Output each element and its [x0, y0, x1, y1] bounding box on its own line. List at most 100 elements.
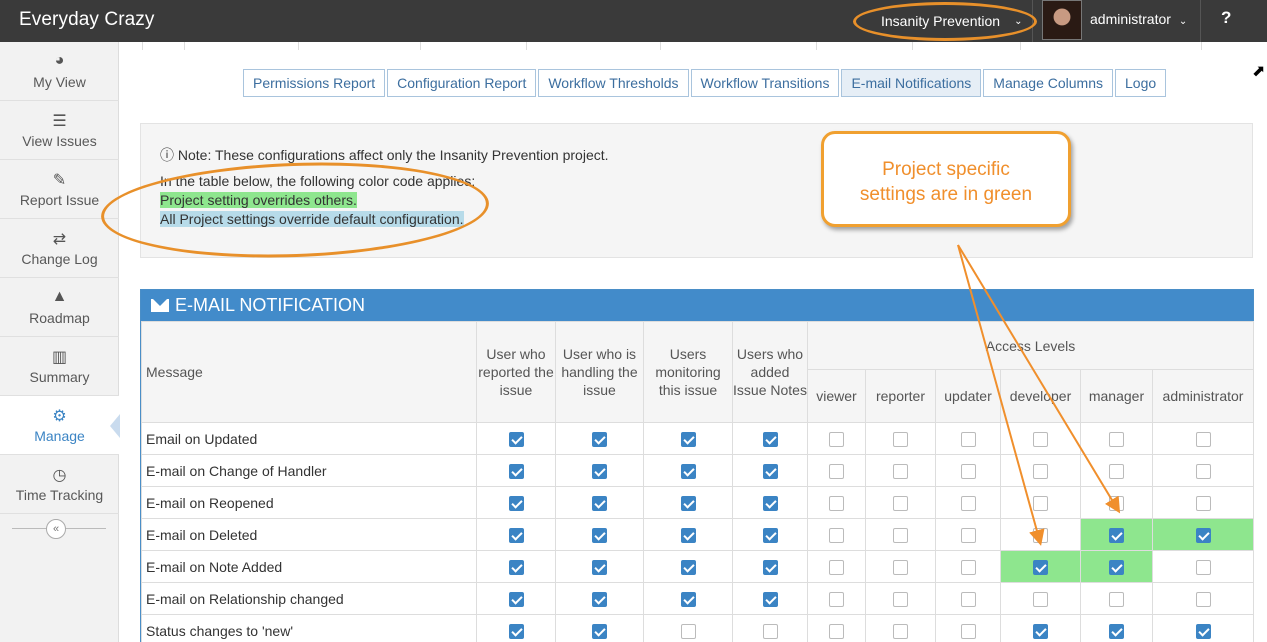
checkbox-checked[interactable]: [508, 431, 524, 447]
callout-line: settings are in green: [859, 184, 1033, 205]
sidebar-item-summary[interactable]: ▥ Summary: [0, 337, 119, 396]
checkbox-unchecked[interactable]: [1033, 527, 1048, 543]
checkbox-checked[interactable]: [508, 591, 524, 607]
checkbox-unchecked[interactable]: [893, 463, 908, 479]
checkbox-unchecked[interactable]: [893, 591, 908, 607]
checkbox-unchecked[interactable]: [1033, 591, 1048, 607]
checkbox-unchecked[interactable]: [1195, 463, 1211, 479]
tab-permissions-report[interactable]: Permissions Report: [243, 69, 386, 97]
checkbox-checked[interactable]: [762, 495, 778, 511]
checkbox-unchecked[interactable]: [829, 431, 844, 447]
checkbox-checked[interactable]: [592, 431, 607, 447]
checkbox-checked[interactable]: [592, 463, 607, 479]
sidebar: ◕ My View ☰ View Issues ✎ Report Issue ⇄ Change…: [0, 42, 120, 642]
col-header-level-administrator: administrator: [1151, 369, 1255, 423]
checkbox-checked[interactable]: [680, 463, 696, 479]
checkbox-checked[interactable]: [1109, 559, 1124, 575]
checkbox-checked[interactable]: [1109, 527, 1124, 543]
tab-workflow-transitions[interactable]: Workflow Transitions: [690, 69, 840, 97]
app-title[interactable]: Everyday Crazy: [19, 9, 155, 31]
tab-configuration-report[interactable]: Configuration Report: [387, 69, 537, 97]
avatar[interactable]: [1042, 0, 1082, 40]
checkbox-unchecked[interactable]: [829, 623, 844, 639]
checkbox-checked[interactable]: [1195, 623, 1211, 639]
checkbox-unchecked[interactable]: [1109, 591, 1124, 607]
checkbox-checked[interactable]: [508, 495, 524, 511]
checkbox-cell: [555, 486, 644, 519]
checkbox-unchecked[interactable]: [893, 431, 908, 447]
sidebar-item-view-issues[interactable]: ☰ View Issues: [0, 101, 119, 160]
checkbox-unchecked[interactable]: [1033, 495, 1048, 511]
checkbox-unchecked[interactable]: [829, 591, 844, 607]
checkbox-unchecked[interactable]: [1033, 463, 1048, 479]
table-row: Status changes to 'new': [141, 614, 1255, 642]
tab-logo[interactable]: Logo: [1115, 69, 1167, 97]
checkbox-checked[interactable]: [508, 623, 524, 639]
checkbox-unchecked[interactable]: [893, 559, 908, 575]
checkbox-unchecked[interactable]: [1195, 559, 1211, 575]
sidebar-item-manage[interactable]: ⚙ Manage: [0, 396, 120, 455]
user-menu[interactable]: administrator ⌄: [1090, 11, 1187, 27]
checkbox-unchecked[interactable]: [1195, 495, 1211, 511]
sidebar-item-my-view[interactable]: ◕ My View: [0, 42, 119, 101]
checkbox-checked[interactable]: [592, 495, 607, 511]
checkbox-unchecked[interactable]: [960, 431, 976, 447]
checkbox-unchecked[interactable]: [960, 623, 976, 639]
checkbox-unchecked[interactable]: [680, 623, 696, 639]
checkbox-unchecked[interactable]: [960, 527, 976, 543]
checkbox-checked[interactable]: [762, 591, 778, 607]
tab-workflow-thresholds[interactable]: Workflow Thresholds: [538, 69, 689, 97]
checkbox-unchecked[interactable]: [762, 623, 778, 639]
checkbox-unchecked[interactable]: [1195, 431, 1211, 447]
checkbox-checked[interactable]: [508, 463, 524, 479]
checkbox-cell: [865, 582, 936, 615]
sidebar-item-roadmap[interactable]: ▲ Roadmap: [0, 278, 119, 337]
note-title: ⓘ Note: These configurations affect only…: [160, 145, 609, 165]
sidebar-item-report-issue[interactable]: ✎ Report Issue: [0, 160, 119, 219]
checkbox-checked[interactable]: [1033, 623, 1048, 639]
checkbox-unchecked[interactable]: [960, 591, 976, 607]
checkbox-unchecked[interactable]: [829, 559, 844, 575]
checkbox-unchecked[interactable]: [1109, 463, 1124, 479]
checkbox-checked[interactable]: [592, 591, 607, 607]
checkbox-checked[interactable]: [680, 527, 696, 543]
checkbox-checked[interactable]: [680, 495, 696, 511]
checkbox-unchecked[interactable]: [829, 495, 844, 511]
row-message-label: Email on Updated: [141, 422, 477, 455]
tab-manage-columns[interactable]: Manage Columns: [983, 69, 1114, 97]
checkbox-checked[interactable]: [508, 527, 524, 543]
sidebar-item-time-tracking[interactable]: ◷ Time Tracking: [0, 455, 119, 514]
checkbox-unchecked[interactable]: [1109, 431, 1124, 447]
checkbox-checked[interactable]: [1109, 623, 1124, 639]
checkbox-checked[interactable]: [680, 431, 696, 447]
checkbox-unchecked[interactable]: [1109, 495, 1124, 511]
checkbox-cell: [1000, 550, 1081, 583]
checkbox-unchecked[interactable]: [893, 623, 908, 639]
checkbox-checked[interactable]: [508, 559, 524, 575]
sidebar-item-change-log[interactable]: ⇄ Change Log: [0, 219, 119, 278]
tab-e-mail-notifications[interactable]: E-mail Notifications: [841, 69, 982, 97]
checkbox-unchecked[interactable]: [960, 559, 976, 575]
checkbox-checked[interactable]: [762, 431, 778, 447]
checkbox-checked[interactable]: [592, 559, 607, 575]
checkbox-checked[interactable]: [1195, 527, 1211, 543]
checkbox-unchecked[interactable]: [1195, 591, 1211, 607]
checkbox-checked[interactable]: [762, 463, 778, 479]
checkbox-checked[interactable]: [762, 559, 778, 575]
checkbox-unchecked[interactable]: [829, 463, 844, 479]
checkbox-checked[interactable]: [1033, 559, 1048, 575]
checkbox-checked[interactable]: [680, 591, 696, 607]
checkbox-unchecked[interactable]: [893, 527, 908, 543]
checkbox-checked[interactable]: [592, 623, 607, 639]
checkbox-unchecked[interactable]: [960, 463, 976, 479]
checkbox-checked[interactable]: [680, 559, 696, 575]
checkbox-unchecked[interactable]: [829, 527, 844, 543]
col-header-level-updater: updater: [935, 369, 1001, 423]
checkbox-checked[interactable]: [592, 527, 607, 543]
help-button[interactable]: ?: [1221, 8, 1231, 28]
checkbox-checked[interactable]: [762, 527, 778, 543]
checkbox-unchecked[interactable]: [1033, 431, 1048, 447]
checkbox-unchecked[interactable]: [893, 495, 908, 511]
checkbox-unchecked[interactable]: [960, 495, 976, 511]
collapse-sidebar-button[interactable]: «: [46, 519, 66, 539]
